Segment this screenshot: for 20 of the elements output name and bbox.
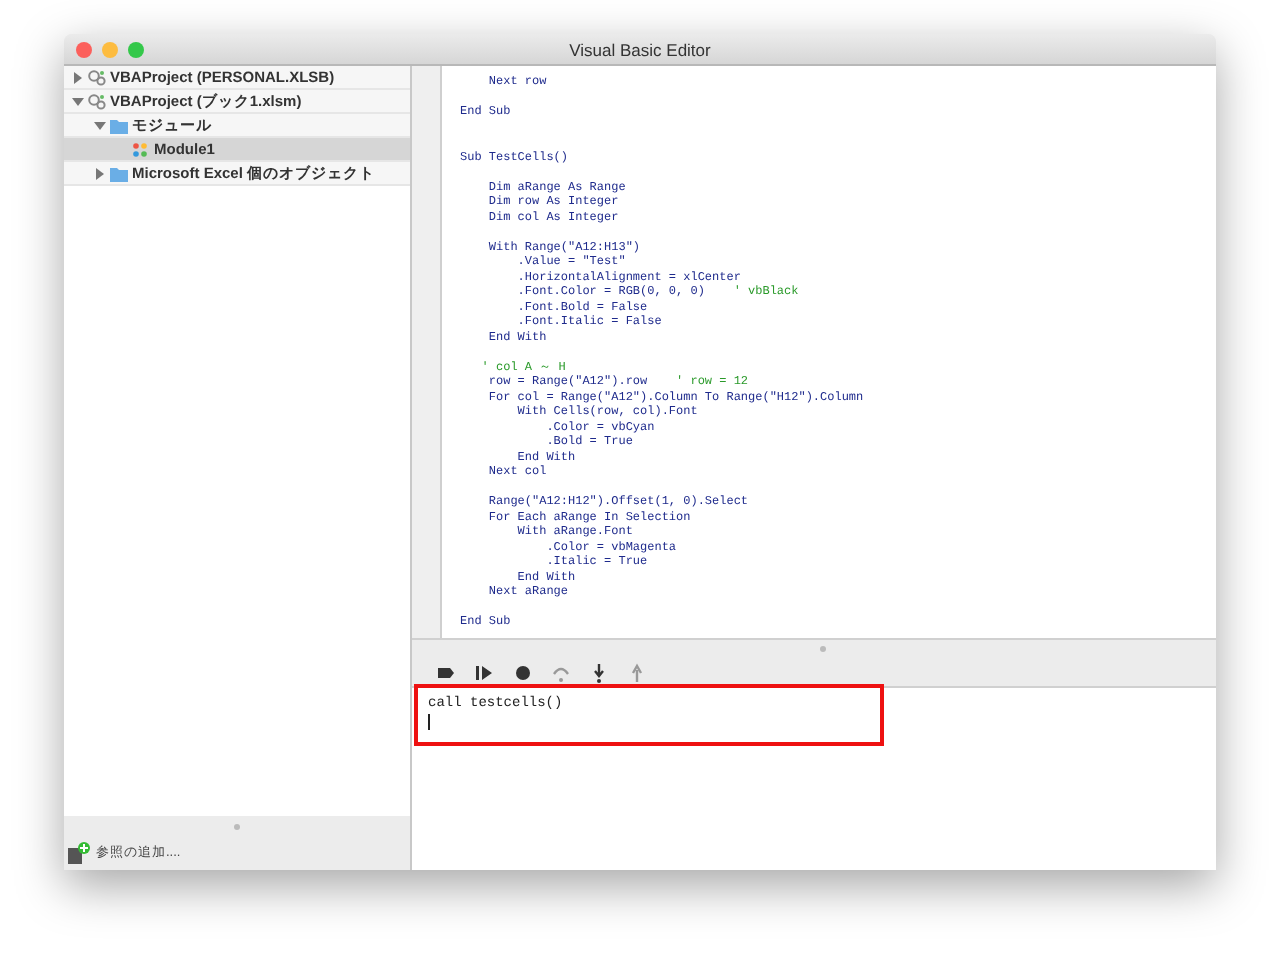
disclosure-triangle-icon[interactable] [94,167,106,179]
project-icon [88,69,106,85]
project-icon [88,93,106,109]
module-icon [132,141,150,157]
down-arrow-icon [588,661,610,683]
toolbar-button[interactable] [474,661,496,683]
splitter-handle[interactable] [820,646,826,652]
circle-icon [512,661,534,683]
toolbar-button[interactable] [588,661,610,683]
add-reference-icon[interactable] [68,842,90,864]
disclosure-triangle-icon[interactable] [94,119,106,131]
play-bar-icon [474,661,496,683]
disclosure-triangle-icon[interactable] [72,71,84,83]
splitter-handle[interactable] [234,823,240,829]
disclosure-triangle-icon[interactable] [72,95,84,107]
text-cursor [428,714,430,730]
window-title: Visual Basic Editor [567,39,713,59]
up-arrow-icon [626,661,648,683]
close-icon[interactable] [76,41,92,57]
toolbar-button[interactable] [512,661,534,683]
